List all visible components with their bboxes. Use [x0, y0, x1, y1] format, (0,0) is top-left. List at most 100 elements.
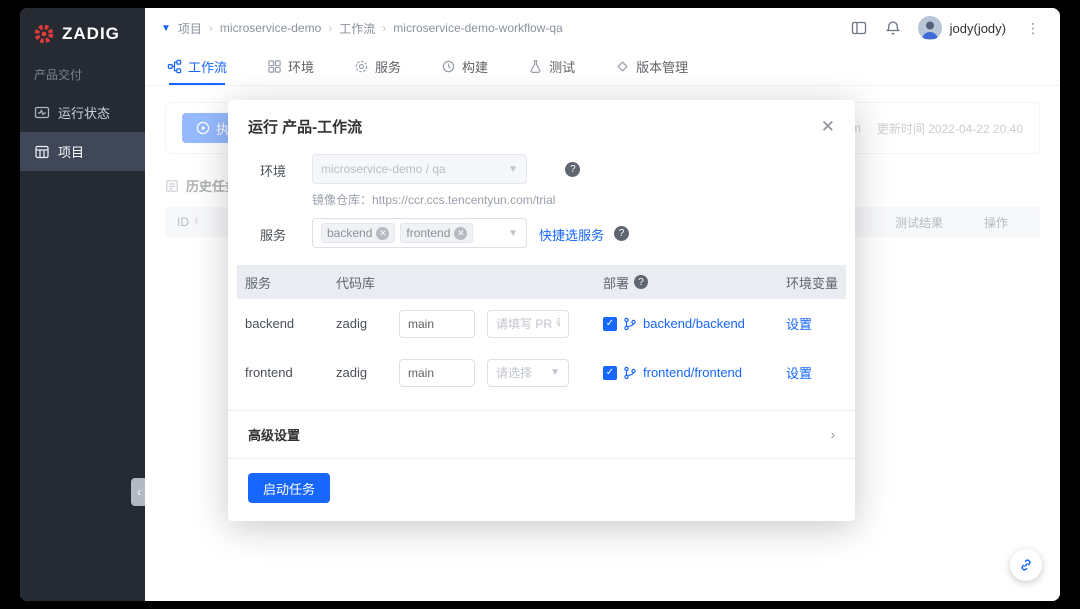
breadcrumb-item-project-name[interactable]: microservice-demo	[220, 21, 321, 35]
top-header: ▼ 项目 › microservice-demo › 工作流 › microse…	[145, 8, 1060, 48]
chevron-left-icon: ‹	[137, 485, 141, 499]
breadcrumb-separator: ›	[382, 21, 387, 35]
run-status-icon	[34, 105, 50, 121]
build-icon	[441, 59, 456, 74]
env-select[interactable]: microservice-demo / qa ▼	[312, 154, 527, 184]
service-form-row: 服务 backend ✕ frontend ✕ ▼ 快捷选服务 ?	[228, 213, 855, 253]
chevron-down-icon: ▼	[508, 227, 518, 239]
test-flask-icon	[528, 59, 543, 74]
services-icon	[354, 59, 369, 74]
app-window: ZADIG 产品交付 运行状态 项目 ‹ ▼ 项目 › microservice…	[20, 8, 1060, 601]
service-field: backend ✕ frontend ✕ ▼	[312, 218, 527, 248]
deploy-target-icon	[623, 317, 637, 331]
branch-cell	[399, 309, 487, 338]
tag-label: backend	[327, 226, 373, 240]
branch-input[interactable]	[399, 309, 475, 338]
registry-note: 镜像仓库：https://ccr.ccs.tencentyun.com/tria…	[312, 193, 556, 207]
sidebar: ZADIG 产品交付 运行状态 项目 ‹	[20, 8, 147, 601]
quick-select-services-link[interactable]: 快捷选服务	[539, 218, 604, 244]
breadcrumb-item-projects[interactable]: 项目	[178, 20, 202, 37]
advanced-settings-toggle[interactable]: 高级设置 ›	[228, 410, 855, 458]
remove-tag-icon[interactable]: ✕	[454, 226, 468, 240]
modal-title: 运行 产品-工作流	[248, 119, 363, 136]
env-field: microservice-demo / qa ▼ 镜像仓库：https://cc…	[312, 154, 555, 208]
floating-link-button[interactable]	[1010, 549, 1042, 581]
logo[interactable]: ZADIG	[20, 8, 145, 54]
col-env-var: 环境变量	[786, 275, 839, 291]
service-name: frontend	[245, 365, 293, 380]
repo-name: zadig	[336, 316, 368, 331]
quick-select-help-icon[interactable]: ?	[614, 226, 630, 241]
deploy-target[interactable]: backend/backend	[643, 316, 745, 331]
sidebar-section-label: 产品交付	[34, 68, 83, 82]
service-multiselect[interactable]: backend ✕ frontend ✕ ▼	[312, 218, 527, 248]
more-menu-icon[interactable]: ⋮	[1022, 20, 1044, 37]
pr-select-placeholder: 请选择	[496, 366, 533, 380]
notifications-bell-icon[interactable]	[884, 19, 902, 37]
tab-services[interactable]: 服务	[354, 48, 401, 85]
zadig-logo-icon	[34, 24, 54, 44]
modal-header: 运行 产品-工作流 ✕	[228, 100, 855, 149]
pr-select[interactable]: 请选择 ▼	[487, 358, 569, 387]
tab-releases[interactable]: 版本管理	[615, 48, 688, 85]
topbar-actions: jody(jody) ⋮	[850, 16, 1044, 40]
tab-label: 构建	[462, 60, 489, 75]
pr-cell: 请选择 ▼	[487, 358, 603, 387]
breadcrumb-item-workflows[interactable]: 工作流	[339, 20, 375, 37]
service-table-header: 服务 代码库 部署 ? 环境变量	[237, 265, 846, 299]
env-label: 环境	[260, 164, 287, 179]
user-name[interactable]: jody(jody)	[950, 21, 1006, 36]
sidebar-item-label: 运行状态	[58, 106, 111, 121]
tag-label: frontend	[406, 226, 451, 240]
env-form-row: 环境 microservice-demo / qa ▼ 镜像仓库：https:/…	[228, 149, 855, 213]
workflow-icon	[167, 59, 182, 74]
env-var-settings-link[interactable]: 设置	[786, 363, 838, 382]
modal-footer: 启动任务	[228, 458, 855, 509]
tab-workflows[interactable]: 工作流	[167, 48, 227, 85]
deploy-checkbox[interactable]: ✓	[603, 316, 617, 331]
col-repo: 代码库	[336, 275, 376, 291]
user-avatar[interactable]	[917, 16, 942, 40]
pr-cell	[487, 309, 603, 338]
deploy-target-icon	[623, 366, 637, 380]
sidebar-item-projects[interactable]: 项目	[20, 132, 145, 171]
tab-environments[interactable]: 环境	[267, 48, 314, 85]
service-tag-frontend: frontend ✕	[400, 223, 474, 243]
deploy-cell: ✓ frontend/frontend	[603, 365, 786, 380]
pr-number-input[interactable]	[487, 309, 569, 338]
tab-label: 测试	[549, 60, 576, 75]
panel-layout-icon[interactable]	[850, 19, 868, 37]
chevron-right-icon: ›	[830, 427, 835, 442]
link-icon	[1021, 559, 1031, 571]
sidebar-item-label: 项目	[58, 145, 85, 160]
logo-text: ZADIG	[62, 24, 120, 43]
version-icon	[615, 59, 630, 74]
env-var-settings-link[interactable]: 设置	[786, 314, 838, 333]
branch-input[interactable]	[399, 358, 475, 387]
deploy-checkbox[interactable]: ✓	[603, 365, 617, 380]
table-row: frontend zadig 请选择 ▼ ✓	[237, 348, 846, 397]
breadcrumb-separator: ›	[328, 21, 333, 35]
tab-builds[interactable]: 构建	[441, 48, 488, 85]
remove-tag-icon[interactable]: ✕	[376, 226, 390, 240]
chevron-down-icon: ▼	[508, 163, 518, 175]
env-help-icon[interactable]: ?	[565, 162, 581, 177]
tab-tests[interactable]: 测试	[528, 48, 575, 85]
breadcrumb-item-workflow-name: microservice-demo-workflow-qa	[393, 21, 563, 35]
branch-cell	[399, 358, 487, 387]
breadcrumb-dropdown-icon[interactable]: ▼	[161, 23, 171, 34]
chevron-down-icon: ▼	[550, 367, 560, 378]
main-area: ▼ 项目 › microservice-demo › 工作流 › microse…	[145, 8, 1060, 601]
run-workflow-modal: 运行 产品-工作流 ✕ 环境 microservice-demo / qa ▼ …	[228, 100, 855, 521]
deploy-target[interactable]: frontend/frontend	[643, 365, 742, 380]
service-name: backend	[245, 316, 295, 331]
col-deploy-label: 部署	[603, 275, 630, 291]
tab-label: 工作流	[188, 60, 228, 75]
deploy-help-icon[interactable]: ?	[634, 275, 649, 289]
tab-label: 服务	[375, 60, 402, 75]
sidebar-item-run-status[interactable]: 运行状态	[20, 93, 145, 132]
close-icon[interactable]: ✕	[821, 118, 835, 135]
repo-name: zadig	[336, 365, 368, 380]
service-tag-backend: backend ✕	[321, 223, 396, 243]
start-task-button[interactable]: 启动任务	[248, 473, 331, 503]
